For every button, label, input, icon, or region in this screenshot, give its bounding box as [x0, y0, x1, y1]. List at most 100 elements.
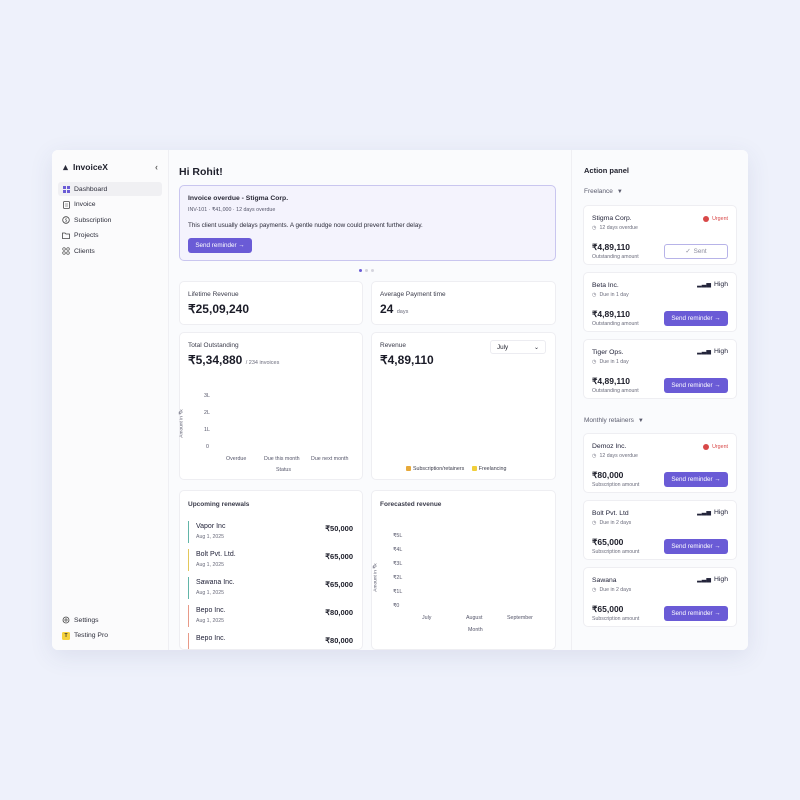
priority-text: High: [714, 576, 728, 583]
group-toggle-monthly-retainers[interactable]: Monthly retainers ▼: [584, 417, 644, 424]
due-status: ◷ 12 days overdue: [592, 453, 638, 459]
group-toggle-freelance[interactable]: Freelance ▼: [584, 188, 623, 195]
avg-payment-days: 24: [380, 302, 394, 316]
x-tick-label: Overdue: [226, 456, 247, 462]
revenue-value: ₹4,89,110: [380, 353, 434, 367]
workspace-switcher[interactable]: T Testing Pro: [58, 629, 162, 643]
workspace-name: Testing Pro: [74, 632, 109, 639]
list-item[interactable]: Bepo Inc. Aug 1, 2025 ₹80,000: [188, 605, 353, 627]
renewals-title: Upcoming renewals: [188, 501, 250, 508]
amount: ₹4,89,110: [592, 309, 631, 319]
due-text: 12 days overdue: [599, 225, 638, 231]
avg-payment-time-card: Average Payment time 24 days: [371, 281, 556, 325]
send-reminder-button[interactable]: Send reminder →: [664, 311, 728, 326]
carousel-dot[interactable]: [359, 269, 362, 272]
page-title: Hi Rohit!: [179, 166, 223, 178]
priority-badge: ▂▃▅ High: [697, 281, 728, 288]
alert-icon: [703, 216, 710, 222]
y-tick-label: ₹0: [393, 603, 400, 609]
sidebar: InvoiceX ‹ Dashboard Invoice $ Subscript…: [52, 150, 169, 650]
priority-text: Urgent: [712, 216, 728, 222]
action-panel: Action panel Freelance ▼ Stigma Corp. ◷ 12…: [571, 150, 748, 650]
priority-text: High: [714, 509, 728, 516]
coin-icon: $: [62, 216, 70, 224]
list-item[interactable]: Vapor Inc Aug 1, 2025 ₹50,000: [188, 521, 353, 543]
y-tick-label: ₹1L: [393, 589, 403, 595]
x-tick-label: August: [466, 615, 483, 621]
gear-icon: [62, 616, 70, 624]
sidebar-item-dashboard[interactable]: Dashboard: [58, 182, 162, 196]
renewal-date: Aug 1, 2025: [196, 534, 224, 540]
action-card: Demoz Inc. ◷ 12 days overdue Urgent ₹80,0…: [583, 433, 737, 493]
amount: ₹80,000: [592, 470, 624, 480]
y-tick-label: ₹3L: [393, 561, 403, 567]
sidebar-item-projects[interactable]: Projects: [58, 229, 162, 243]
sidebar-item-label: Projects: [74, 232, 99, 239]
app-window: InvoiceX ‹ Dashboard Invoice $ Subscript…: [52, 150, 748, 650]
total-outstanding-card: Total Outstanding ₹5,34,880 / 234 invoic…: [179, 332, 363, 480]
action-card: Tiger Ops. ◷ Due in 1 day ▂▃▅ High ₹4,89,1…: [583, 339, 737, 399]
y-tick-label: ₹2L: [393, 575, 403, 581]
amount-label: Outstanding amount: [592, 254, 639, 260]
list-item[interactable]: Sawana Inc. Aug 1, 2025 ₹65,000: [188, 577, 353, 599]
priority-badge: Urgent: [703, 444, 728, 450]
y-tick-label: 3L: [204, 393, 210, 399]
caret-down-icon: ▼: [637, 417, 644, 424]
legend-freelancing: Freelancing: [478, 466, 507, 472]
sent-button[interactable]: ✓ Sent: [664, 244, 728, 259]
alert-message: This client usually delays payments. A g…: [188, 222, 423, 229]
amount: ₹4,89,110: [592, 376, 631, 386]
clock-icon: ◷: [592, 453, 597, 459]
x-tick-label: Due next month: [311, 456, 349, 462]
sidebar-item-settings[interactable]: Settings: [58, 613, 162, 627]
sidebar-item-subscription[interactable]: $ Subscription: [58, 213, 162, 227]
send-reminder-button[interactable]: Send reminder →: [664, 378, 728, 393]
sidebar-item-clients[interactable]: Clients: [58, 244, 162, 258]
sidebar-item-label: Clients: [74, 247, 95, 255]
month-select[interactable]: July ⌄: [490, 340, 546, 354]
send-reminder-button[interactable]: Send reminder →: [664, 472, 728, 487]
clock-icon: ◷: [592, 587, 597, 593]
carousel-dot[interactable]: [365, 269, 368, 272]
sidebar-item-label: Invoice: [74, 201, 96, 208]
amount-label: Subscription amount: [592, 482, 640, 488]
send-reminder-button[interactable]: Send reminder →: [188, 238, 252, 253]
amount-label: Subscription amount: [592, 549, 640, 555]
priority-badge: Urgent: [703, 216, 728, 222]
due-text: Due in 2 days: [599, 520, 632, 526]
action-card: Stigma Corp. ◷ 12 days overdue Urgent ₹4,…: [583, 205, 737, 265]
app-logo-icon: [62, 164, 69, 170]
signal-bars-icon: ▂▃▅: [697, 282, 712, 288]
legend-subscription: Subscription/retainers: [413, 466, 465, 472]
renewal-client: Bepo Inc.: [196, 635, 226, 642]
total-outstanding-value: ₹5,34,880 / 234 invoices: [188, 353, 279, 367]
list-item[interactable]: Bepo Inc. ₹80,000: [188, 633, 353, 649]
action-card: Sawana ◷ Due in 2 days ▂▃▅ High ₹65,000 Su…: [583, 567, 737, 627]
collapse-sidebar-icon[interactable]: ‹: [155, 162, 158, 172]
legend-swatch-subscription: [406, 466, 411, 472]
due-text: 12 days overdue: [599, 453, 638, 459]
avg-payment-time-value: 24 days: [380, 302, 408, 316]
button-label: Sent: [693, 248, 707, 255]
send-reminder-button[interactable]: Send reminder →: [664, 606, 728, 621]
clock-icon: ◷: [592, 520, 597, 526]
amount: ₹65,000: [592, 604, 624, 614]
sidebar-item-invoice[interactable]: Invoice: [58, 198, 162, 212]
total-outstanding-count: / 234 invoices: [245, 360, 280, 366]
client-name: Sawana: [592, 577, 617, 584]
send-reminder-button[interactable]: Send reminder →: [664, 539, 728, 554]
legend-swatch-freelancing: [471, 466, 477, 472]
x-tick-label: September: [507, 615, 533, 621]
list-item[interactable]: Bolt Pvt. Ltd. Aug 1, 2025 ₹65,000: [188, 549, 353, 571]
total-outstanding-label: Total Outstanding: [188, 342, 239, 349]
alert-icon: [703, 444, 710, 450]
client-name: Bolt Pvt. Ltd: [592, 510, 629, 517]
renewal-client: Sawana Inc.: [196, 579, 235, 586]
lifetime-revenue-value: ₹25,09,240: [188, 302, 250, 316]
carousel-dot[interactable]: [371, 269, 374, 272]
priority-text: Urgent: [712, 444, 728, 450]
action-card: Bolt Pvt. Ltd ◷ Due in 2 days ▂▃▅ High ₹65…: [583, 500, 737, 560]
app-name: InvoiceX: [73, 162, 108, 172]
y-axis-label: Amount in ₹k: [179, 409, 185, 438]
clock-icon: ◷: [592, 225, 597, 231]
